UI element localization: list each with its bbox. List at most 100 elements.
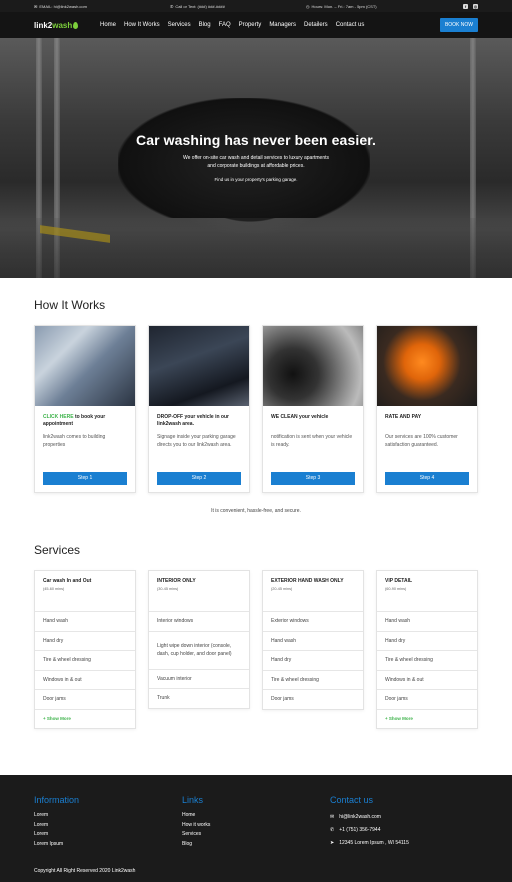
- hero-subtext: Find us in your property's parking garag…: [214, 177, 298, 182]
- service-item: Exterior windows: [263, 611, 363, 631]
- topbar-phone[interactable]: ✆ Call or Text: (###) ###-####: [170, 4, 225, 9]
- hero-line-2: and corporate buildings at affordable pr…: [207, 163, 305, 169]
- service-item: Interior windows: [149, 611, 249, 631]
- service-item: Vacuum interior: [149, 668, 249, 689]
- step-3-image: [263, 326, 363, 406]
- step-3-button[interactable]: Step 3: [271, 472, 355, 485]
- nav-item-faq[interactable]: FAQ: [219, 22, 231, 28]
- step-card: RATE AND PAY Our services are 100% custo…: [376, 325, 478, 493]
- footer-phone-text: +1 (751) 356-7944: [339, 827, 381, 833]
- service-card: Car wash In and Out (45-60 mins) Hand was…: [34, 570, 136, 729]
- step-2-image: [149, 326, 249, 406]
- footer-information: Information Lorem Lorem Lorem Lorem Ipsu…: [34, 795, 182, 850]
- nav-item-property[interactable]: Property: [239, 22, 262, 28]
- location-arrow-icon: ➤: [330, 840, 335, 846]
- service-item: Hand dry: [35, 630, 135, 651]
- footer-contact: Contact us ✉ hi@link2wash.com ✆ +1 (751) 3…: [330, 795, 478, 850]
- hero-text: Car washing has never been easier. We of…: [0, 132, 512, 182]
- step-description: Signage inside your parking garage direc…: [157, 434, 236, 448]
- nav-item-services[interactable]: Services: [168, 22, 191, 28]
- step-1-image: [35, 326, 135, 406]
- instagram-icon[interactable]: ◎: [473, 3, 478, 9]
- nav-item-managers[interactable]: Managers: [269, 22, 296, 28]
- service-item: Hand wash: [35, 611, 135, 631]
- service-item: Tire & wheel dressing: [377, 650, 477, 670]
- footer-info-heading: Information: [34, 795, 80, 805]
- service-duration: (45-60 mins): [43, 587, 65, 591]
- how-it-works-section: How It Works CLICK HERE to book your app…: [0, 298, 512, 514]
- footer-phone[interactable]: ✆ +1 (751) 356-7944: [330, 824, 478, 837]
- nav-item-contact[interactable]: Contact us: [336, 22, 365, 28]
- footer-link-services[interactable]: Services: [182, 830, 330, 840]
- service-item: Tire & wheel dressing: [263, 669, 363, 690]
- footer-info-link[interactable]: Lorem: [34, 821, 182, 831]
- click-here-link[interactable]: CLICK HERE: [43, 414, 74, 420]
- footer-address-text: 12345 Lorem Ipsum , WI 54115: [339, 840, 409, 846]
- service-name: VIP DETAIL: [385, 578, 413, 584]
- footer-info-link[interactable]: Lorem: [34, 811, 182, 821]
- nav-item-home[interactable]: Home: [100, 22, 116, 28]
- phone-icon: ✆: [170, 3, 174, 9]
- service-item: Tire & wheel dressing: [35, 650, 135, 670]
- copyright-text: Copyright All Right Reserved 2020 Link2w…: [34, 868, 136, 874]
- footer-contact-heading: Contact us: [330, 795, 374, 805]
- hero-description: We offer on-site car wash and detail ser…: [0, 154, 512, 170]
- facebook-icon[interactable]: f: [463, 3, 468, 9]
- footer-email[interactable]: ✉ hi@link2wash.com: [330, 811, 478, 824]
- service-item: Hand dry: [377, 630, 477, 651]
- services-section: Services Car wash In and Out (45-60 mins)…: [0, 543, 512, 729]
- step-4-button[interactable]: Step 4: [385, 472, 469, 485]
- step-title: DROP-OFF your vehicle in our link2wash a…: [157, 414, 229, 427]
- hero-line-1: We offer on-site car wash and detail ser…: [183, 155, 329, 161]
- footer-info-link[interactable]: Lorem: [34, 830, 182, 840]
- service-card: VIP DETAIL (60-90 mins) Hand wash Hand dr…: [376, 570, 478, 729]
- footer-link-how-it-works[interactable]: How it works: [182, 821, 330, 831]
- step-2-button[interactable]: Step 2: [157, 472, 241, 485]
- step-card: WE CLEAN your vehicle notification is se…: [262, 325, 364, 493]
- service-item: Hand wash: [263, 630, 363, 651]
- footer-info-link[interactable]: Lorem Ipsum: [34, 840, 182, 850]
- service-item: Door jams: [377, 689, 477, 709]
- steps-row: CLICK HERE to book your appointment link…: [34, 325, 478, 493]
- step-1-button[interactable]: Step 1: [43, 472, 127, 485]
- footer-link-home[interactable]: Home: [182, 811, 330, 821]
- nav-item-how-it-works[interactable]: How It Works: [124, 22, 160, 28]
- topbar-email[interactable]: ✉ EMAIL: hi@link2wash.com: [34, 4, 87, 9]
- service-item: Door jams: [35, 689, 135, 709]
- topbar-hours-text: Hours: Mon. – Fri.: 7am - 5pm (CST): [311, 3, 377, 9]
- book-now-button[interactable]: BOOK NOW: [439, 18, 478, 32]
- service-duration: (20-45 mins): [271, 587, 293, 591]
- service-name: INTERIOR ONLY: [157, 578, 196, 584]
- footer-address: ➤ 12345 Lorem Ipsum , WI 54115: [330, 837, 478, 850]
- site-logo[interactable]: link2 wash: [34, 21, 88, 30]
- service-name: Car wash In and Out: [43, 578, 92, 584]
- step-description: Our services are 100% customer satisfact…: [385, 434, 458, 448]
- show-more-link[interactable]: + Show More: [35, 708, 135, 728]
- footer-email-text: hi@link2wash.com: [339, 814, 381, 820]
- email-icon: ✉: [330, 814, 335, 820]
- show-more-link[interactable]: + Show More: [377, 708, 477, 728]
- footer-links-heading: Links: [182, 795, 204, 805]
- service-item: Light wipe down interior (console, dash,…: [149, 630, 249, 669]
- site-footer: Information Lorem Lorem Lorem Lorem Ipsu…: [0, 775, 512, 882]
- nav-item-blog[interactable]: Blog: [199, 22, 211, 28]
- phone-icon: ✆: [330, 827, 335, 833]
- topbar-phone-text: Call or Text: (###) ###-####: [175, 3, 225, 9]
- step-description: notification is sent when your vehicle i…: [271, 434, 353, 448]
- service-item: Trunk: [149, 688, 249, 708]
- footer-link-blog[interactable]: Blog: [182, 840, 330, 850]
- service-item: Hand dry: [263, 650, 363, 670]
- nav-item-detailers[interactable]: Detailers: [304, 22, 328, 28]
- how-it-works-tagline: It is convenient, hassle-free, and secur…: [211, 508, 301, 514]
- main-navbar: link2 wash Home How It Works Services Blo…: [0, 12, 512, 38]
- top-info-bar: ✉ EMAIL: hi@link2wash.com ✆ Call or Text…: [0, 0, 512, 12]
- logo-text-wash: wash: [52, 20, 73, 30]
- service-name: EXTERIOR HAND WASH ONLY: [271, 578, 344, 584]
- step-card: DROP-OFF your vehicle in our link2wash a…: [148, 325, 250, 493]
- footer-links: Links Home How it works Services Blog: [182, 795, 330, 850]
- nav-menu: Home How It Works Services Blog FAQ Prop…: [100, 22, 364, 28]
- step-card: CLICK HERE to book your appointment link…: [34, 325, 136, 493]
- hero-banner: Car washing has never been easier. We of…: [0, 38, 512, 278]
- water-drop-icon: [73, 21, 79, 29]
- step-title: CLICK HERE to book your appointment: [43, 414, 127, 430]
